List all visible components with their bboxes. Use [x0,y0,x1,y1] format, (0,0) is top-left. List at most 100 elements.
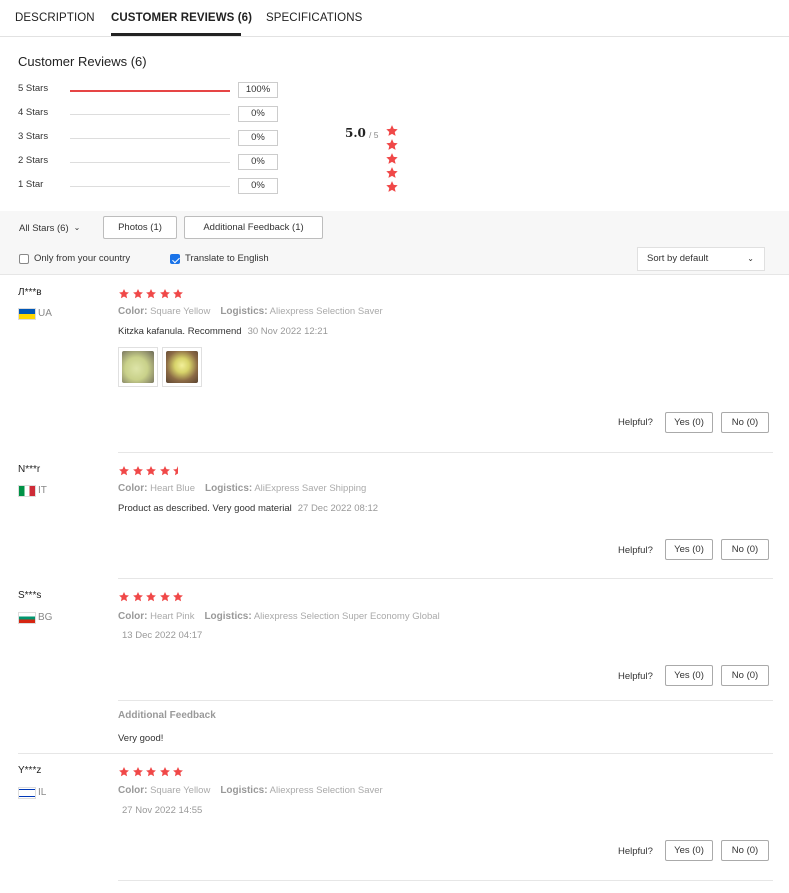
star-icon [172,288,184,300]
star-icon [132,465,144,477]
star-icon [145,465,157,477]
reviewer-country: UA [38,308,52,319]
helpful-yes-button[interactable]: Yes (0) [665,539,713,560]
star-icon [385,152,399,166]
logistics-label: Logistics: [204,611,252,622]
average-score: 5.0 [345,126,366,140]
review-photo-thumbnail[interactable] [162,347,202,387]
rating-percent: 0% [238,106,278,122]
review-text: Product as described. Very good material [118,503,292,514]
review-meta: Color: Square Yellow Logistics: Aliexpres… [118,785,383,796]
helpful-no-button[interactable]: No (0) [721,840,769,861]
rating-row-1[interactable]: 1 Star 0% [18,178,280,195]
rating-bar [70,138,230,139]
additional-feedback-filter-button[interactable]: Additional Feedback (1) [184,216,323,239]
review-stars [118,288,186,300]
flag-il-icon [18,787,36,799]
sort-select[interactable]: Sort by default ⌄ [637,247,765,271]
review-divider [118,452,773,453]
star-icon [132,591,144,603]
flag-ua-icon [18,308,36,320]
rating-bar-fill [70,89,230,92]
logistics-label: Logistics: [220,306,268,317]
chevron-down-icon: ⌄ [73,223,81,232]
review-photo-image [166,351,198,383]
rating-row-5[interactable]: 5 Stars 100% [18,82,280,99]
color-label: Color: [118,611,148,622]
all-stars-dropdown[interactable]: All Stars (6) ⌄ [19,223,80,234]
logistics-label: Logistics: [220,785,268,796]
star-icon [145,591,157,603]
tab-specifications[interactable]: SPECIFICATIONS [266,12,362,24]
photos-filter-button[interactable]: Photos (1) [103,216,177,239]
tab-customer-reviews[interactable]: CUSTOMER REVIEWS (6) [111,12,252,24]
additional-feedback-text: Very good! [118,733,164,744]
review-logistics: Aliexpress Selection Saver [269,785,383,796]
rating-row-2[interactable]: 2 Stars 0% [18,154,280,171]
star-icon [118,465,130,477]
average-stars [385,124,400,194]
star-icon [172,766,184,778]
helpful-no-button[interactable]: No (0) [721,539,769,560]
rating-percent: 0% [238,178,278,194]
all-stars-label: All Stars (6) [19,223,69,234]
flag-it-icon [18,485,36,497]
review-text: Kitzka kafanula. Recommend [118,326,242,337]
review-divider [118,700,773,701]
flag-bg-icon [18,612,36,624]
helpful-label: Helpful? [618,417,653,428]
review-color: Heart Blue [150,483,195,494]
helpful-label: Helpful? [618,846,653,857]
star-icon [132,766,144,778]
translate-checkbox[interactable] [170,254,180,264]
rating-label: 2 Stars [18,155,49,166]
star-icon [118,591,130,603]
star-icon [118,766,130,778]
rating-label: 3 Stars [18,131,49,142]
translate-label: Translate to English [185,253,269,264]
review-date: 27 Nov 2022 14:55 [122,805,203,816]
rating-row-4[interactable]: 4 Stars 0% [18,106,280,123]
helpful-yes-button[interactable]: Yes (0) [665,665,713,686]
star-icon [385,166,399,180]
review-photo-image [122,351,154,383]
reviewer-country: IL [38,787,47,798]
review-logistics: AliExpress Saver Shipping [254,483,367,494]
review-meta: Color: Heart Pink Logistics: Aliexpress S… [118,611,440,622]
reviews-heading: Customer Reviews (6) [18,54,147,69]
review-color: Square Yellow [150,785,211,796]
helpful-label: Helpful? [618,545,653,556]
review-logistics: Aliexpress Selection Super Economy Globa… [253,611,440,622]
star-icon [145,766,157,778]
color-label: Color: [118,785,148,796]
helpful-yes-button[interactable]: Yes (0) [665,840,713,861]
only-country-checkbox[interactable] [19,254,29,264]
additional-feedback-title: Additional Feedback [118,710,216,721]
review-photo-thumbnail[interactable] [118,347,158,387]
only-country-label: Only from your country [34,253,131,264]
review-stars [118,465,186,477]
rating-row-3[interactable]: 3 Stars 0% [18,130,280,147]
star-icon [159,591,171,603]
rating-bar [70,162,230,163]
review-meta: Color: Heart Blue Logistics: AliExpress S… [118,483,366,494]
helpful-no-button[interactable]: No (0) [721,665,769,686]
star-icon [385,138,399,152]
review-date: 30 Nov 2022 12:21 [247,326,328,337]
review-tabs: DESCRIPTION CUSTOMER REVIEWS (6) SPECIFI… [0,0,789,37]
rating-bar [70,114,230,115]
star-icon [145,288,157,300]
rating-label: 5 Stars [18,83,49,94]
helpful-yes-button[interactable]: Yes (0) [665,412,713,433]
review-divider [118,880,773,881]
reviewer-name: S***s [18,590,42,601]
tab-description[interactable]: DESCRIPTION [15,12,95,24]
color-label: Color: [118,483,148,494]
rating-percent: 100% [238,82,278,98]
reviewer-name: Y***z [18,765,42,776]
reviewer-country: IT [38,485,47,496]
sort-selected-value: Sort by default [647,253,709,264]
helpful-no-button[interactable]: No (0) [721,412,769,433]
review-content: Kitzka kafanula. Recommend 30 Nov 2022 12… [118,326,328,337]
star-icon [385,180,399,194]
